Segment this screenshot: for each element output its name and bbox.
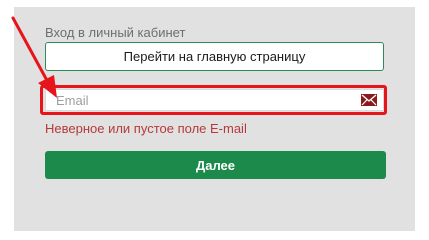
login-heading: Вход в личный кабинет: [45, 25, 186, 40]
page: Вход в личный кабинет Перейти на главную…: [0, 0, 429, 231]
email-error-message: Неверное или пустое поле E-mail: [45, 121, 247, 136]
go-to-home-button[interactable]: Перейти на главную страницу: [45, 42, 384, 71]
email-highlight-box: [40, 85, 387, 115]
next-button[interactable]: Далее: [45, 151, 386, 179]
